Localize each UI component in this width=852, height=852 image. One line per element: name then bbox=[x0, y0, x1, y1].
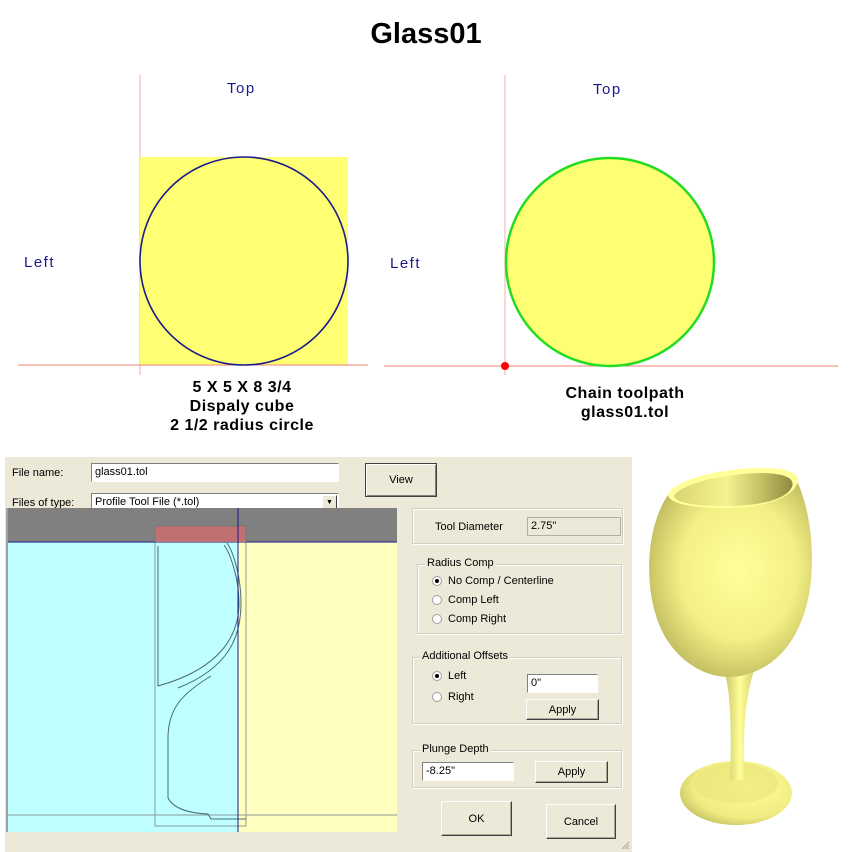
ok-button[interactable]: OK bbox=[441, 801, 512, 836]
additional-offsets-legend: Additional Offsets bbox=[420, 650, 511, 662]
tool-diameter-value: 2.75" bbox=[527, 517, 621, 536]
offset-value-input[interactable]: 0" bbox=[527, 674, 598, 693]
radio-unchecked-icon[interactable] bbox=[432, 595, 442, 605]
radio-checked-icon[interactable] bbox=[432, 671, 442, 681]
resize-grip-icon[interactable] bbox=[620, 840, 630, 850]
caption-line: glass01.tol bbox=[580, 404, 670, 421]
display-cube-square bbox=[140, 157, 348, 365]
display-cube-caption: 5 X 5 X 8 3/4 Dispaly cube 2 1/2 radius … bbox=[120, 378, 364, 435]
radio-comp-right[interactable]: Comp Right bbox=[432, 613, 506, 625]
radio-no-comp[interactable]: No Comp / Centerline bbox=[432, 575, 554, 587]
profile-tool-dialog: File name: glass01.tol Files of type: Pr… bbox=[5, 457, 632, 852]
additional-offsets-group: Additional Offsets Left Right 0" Apply bbox=[412, 650, 622, 724]
caption-line: 2 1/2 radius circle bbox=[170, 417, 314, 434]
caption-line: Chain toolpath bbox=[565, 385, 685, 402]
radio-unchecked-icon[interactable] bbox=[432, 692, 442, 702]
plunge-depth-input[interactable]: -8.25" bbox=[422, 762, 514, 781]
preview-right-region bbox=[238, 542, 397, 832]
view-button[interactable]: View bbox=[365, 463, 437, 497]
left-label: Left bbox=[390, 255, 422, 272]
origin-marker bbox=[501, 362, 509, 370]
chain-toolpath-caption: Chain toolpath glass01.tol bbox=[500, 384, 750, 422]
file-name-input[interactable]: glass01.tol bbox=[91, 463, 339, 482]
stock-top bbox=[155, 526, 246, 542]
left-label: Left bbox=[24, 254, 56, 271]
radio-label: Left bbox=[448, 670, 467, 682]
tool-diameter-label: Tool Diameter bbox=[435, 521, 503, 533]
top-label: Top bbox=[227, 80, 256, 97]
radio-offset-right[interactable]: Right bbox=[432, 691, 474, 703]
caption-line: 5 X 5 X 8 3/4 bbox=[192, 379, 292, 396]
cancel-button[interactable]: Cancel bbox=[546, 804, 616, 839]
glass-bowl bbox=[649, 482, 812, 677]
offset-apply-button[interactable]: Apply bbox=[526, 699, 599, 720]
radio-label: No Comp / Centerline bbox=[448, 575, 554, 587]
plunge-depth-legend: Plunge Depth bbox=[420, 743, 491, 755]
profile-preview-canvas bbox=[6, 508, 397, 832]
preview-left-region bbox=[8, 542, 238, 832]
radio-offset-left[interactable]: Left bbox=[432, 670, 466, 682]
profile-preview bbox=[8, 508, 397, 832]
glass-3d-render bbox=[649, 467, 812, 825]
toolpath-circle bbox=[504, 156, 716, 368]
radio-unchecked-icon[interactable] bbox=[432, 614, 442, 624]
chevron-down-icon[interactable]: ▼ bbox=[322, 495, 337, 509]
caption-line: Dispaly cube bbox=[189, 398, 295, 415]
chain-toolpath-view bbox=[384, 75, 838, 375]
plunge-apply-button[interactable]: Apply bbox=[535, 761, 608, 783]
top-label: Top bbox=[593, 81, 622, 98]
display-cube-view bbox=[18, 75, 368, 375]
radio-label: Comp Left bbox=[448, 594, 499, 606]
radius-comp-legend: Radius Comp bbox=[425, 557, 496, 569]
radio-label: Comp Right bbox=[448, 613, 507, 625]
radius-comp-group: Radius Comp No Comp / Centerline Comp Le… bbox=[417, 557, 622, 634]
files-of-type-value: Profile Tool File (*.tol) bbox=[95, 496, 200, 508]
radio-checked-icon[interactable] bbox=[432, 576, 442, 586]
radio-comp-left[interactable]: Comp Left bbox=[432, 594, 499, 606]
radio-label: Right bbox=[448, 691, 474, 703]
plunge-depth-group: Plunge Depth -8.25" Apply bbox=[412, 743, 622, 788]
tool-diameter-group: Tool Diameter 2.75" bbox=[412, 508, 623, 544]
file-name-label: File name: bbox=[12, 467, 64, 479]
